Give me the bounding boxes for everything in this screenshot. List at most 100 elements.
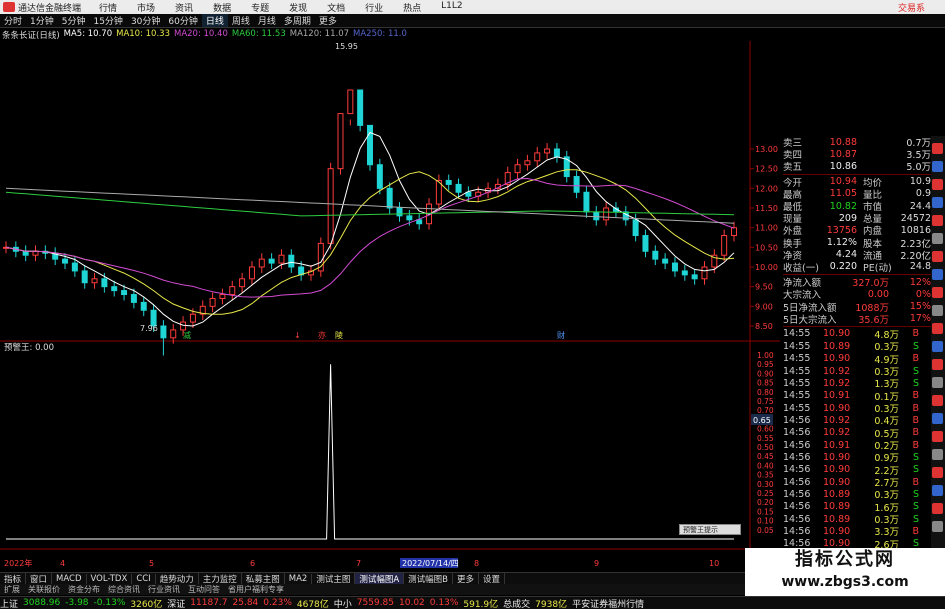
- menu-item[interactable]: 数据: [203, 1, 241, 14]
- candle-body: [219, 294, 226, 299]
- indicator-tab[interactable]: 指标: [0, 572, 27, 585]
- indicator-tick-label: 0.55: [757, 434, 774, 443]
- side-icon-strip: [931, 136, 945, 586]
- indicator-tab[interactable]: 测试幅图A: [355, 572, 405, 585]
- side-icon[interactable]: [932, 251, 943, 262]
- side-icon[interactable]: [932, 323, 943, 334]
- sub-tab[interactable]: 扩展: [0, 584, 24, 595]
- menu-item[interactable]: 资讯: [165, 1, 203, 14]
- side-icon[interactable]: [932, 215, 943, 226]
- ma5-label: MA5: 10.70: [63, 29, 113, 39]
- flow-value: 327.0万: [852, 278, 889, 290]
- date-tick-label: 5: [149, 559, 154, 568]
- indicator-tick-label: 0.30: [757, 480, 774, 489]
- sh-amount: 3260亿: [130, 599, 163, 609]
- indicator-tab[interactable]: MA2: [285, 573, 313, 584]
- indicator-tab[interactable]: MACD: [52, 573, 87, 584]
- tick-row: 14:56 10.89 0.3万 S: [783, 488, 931, 502]
- period-tab-active[interactable]: 日线: [201, 14, 228, 27]
- indicator-tick-label: 0.35: [757, 471, 774, 480]
- sub-tab[interactable]: 省用户福利专享: [224, 584, 288, 595]
- tick-row: 14:55 10.91 0.1万 B: [783, 390, 931, 403]
- side-icon[interactable]: [932, 143, 943, 154]
- side-icon[interactable]: [932, 341, 943, 352]
- sub-tab[interactable]: 互动问答: [184, 584, 224, 595]
- side-icon[interactable]: [932, 503, 943, 514]
- period-tab[interactable]: 分时: [0, 14, 26, 27]
- side-icon[interactable]: [932, 197, 943, 208]
- indicator-tab[interactable]: 设置: [479, 572, 506, 585]
- period-tab[interactable]: 月线: [254, 14, 280, 27]
- side-icon[interactable]: [932, 449, 943, 460]
- indicator-tab[interactable]: 测试幅图B: [404, 572, 453, 585]
- side-icon[interactable]: [932, 233, 943, 244]
- side-icon[interactable]: [932, 521, 943, 532]
- menu-item[interactable]: 行情: [89, 1, 127, 14]
- sz-label: 深证: [167, 599, 186, 609]
- app-logo-icon: [3, 2, 15, 12]
- date-cursor-label: 2022/07/14/四: [402, 559, 459, 568]
- side-icon[interactable]: [932, 305, 943, 316]
- sub-tab[interactable]: 关联报价: [24, 584, 64, 595]
- event-mark: 陵: [335, 331, 343, 340]
- tick-direction: B: [912, 439, 919, 451]
- menu-item[interactable]: 发现: [279, 1, 317, 14]
- side-icon[interactable]: [932, 377, 943, 388]
- period-tab[interactable]: 30分钟: [127, 14, 164, 27]
- candle-body: [455, 183, 462, 193]
- period-tab[interactable]: 周线: [228, 14, 254, 27]
- period-tab[interactable]: 15分钟: [89, 14, 126, 27]
- period-tab[interactable]: 60分钟: [164, 14, 201, 27]
- tick-row: 14:56 10.90 2.7万 B: [783, 476, 931, 490]
- sub-tab[interactable]: 综合资讯: [104, 584, 144, 595]
- side-icon[interactable]: [932, 431, 943, 442]
- sub-tab[interactable]: 资金分布: [64, 584, 104, 595]
- indicator-tab[interactable]: 测试主图: [312, 572, 356, 585]
- period-tab[interactable]: 1分钟: [26, 14, 58, 27]
- indicator-tick-label: 0.40: [757, 461, 774, 470]
- flow-label: 5日大宗流入: [783, 314, 837, 326]
- menu-item[interactable]: 行业: [355, 1, 393, 14]
- indicator-tab[interactable]: 趋势动力: [156, 572, 199, 585]
- period-tab[interactable]: 更多: [315, 14, 341, 27]
- candle-body: [691, 274, 698, 280]
- menu-item[interactable]: 市场: [127, 1, 165, 14]
- indicator-tab[interactable]: 窗口: [26, 572, 53, 585]
- title-bar: 通达信金融终端 行情 市场 资讯 数据 专题 发现 文档 行业 热点 L1L2 …: [0, 0, 945, 14]
- side-icon[interactable]: [932, 485, 943, 496]
- indicator-popup[interactable]: 预警王提示: [679, 524, 741, 535]
- candle-body: [288, 254, 295, 268]
- side-icon[interactable]: [932, 161, 943, 172]
- side-icon[interactable]: [932, 269, 943, 280]
- sub-tab[interactable]: 行业资讯: [144, 584, 184, 595]
- candle-body: [603, 207, 610, 221]
- indicator-marker-label: 0.65: [753, 416, 771, 425]
- indicator-tab[interactable]: VOL-TDX: [87, 573, 133, 584]
- side-icon[interactable]: [932, 179, 943, 190]
- trade-button[interactable]: 交易系: [898, 1, 945, 14]
- indicator-tab[interactable]: CCI: [132, 573, 156, 584]
- indicator-tab[interactable]: 更多: [453, 572, 480, 585]
- flow-percent: 0%: [915, 288, 931, 300]
- menu-item[interactable]: 专题: [241, 1, 279, 14]
- indicator-tick-label: 0.70: [757, 406, 774, 415]
- period-tab[interactable]: 5分钟: [58, 14, 90, 27]
- side-icon[interactable]: [932, 413, 943, 424]
- side-icon[interactable]: [932, 359, 943, 370]
- side-icon[interactable]: [932, 287, 943, 298]
- kline-chart[interactable]: 13.00 12.50 12.00 11.50 11.00 10.50 10.00 9.50 9…: [0, 41, 780, 571]
- flow-value: 0.00: [867, 288, 889, 300]
- stat-value: 0.9: [915, 188, 931, 200]
- candle-body: [721, 235, 728, 256]
- tick-price: 10.91: [823, 390, 851, 402]
- menu-item[interactable]: 文档: [317, 1, 355, 14]
- menu-item[interactable]: L1L2: [431, 1, 472, 14]
- indicator-tab[interactable]: 私募主图: [242, 572, 285, 585]
- candle-body: [593, 211, 600, 221]
- indicator-tab[interactable]: 主力监控: [199, 572, 242, 585]
- side-icon[interactable]: [932, 395, 943, 406]
- menu-item[interactable]: 热点: [393, 1, 431, 14]
- period-tab[interactable]: 多周期: [280, 14, 315, 27]
- status-bar: 上证 3088.96 -3.98 -0.13% 3260亿 深证 11187.7…: [0, 596, 945, 609]
- side-icon[interactable]: [932, 467, 943, 478]
